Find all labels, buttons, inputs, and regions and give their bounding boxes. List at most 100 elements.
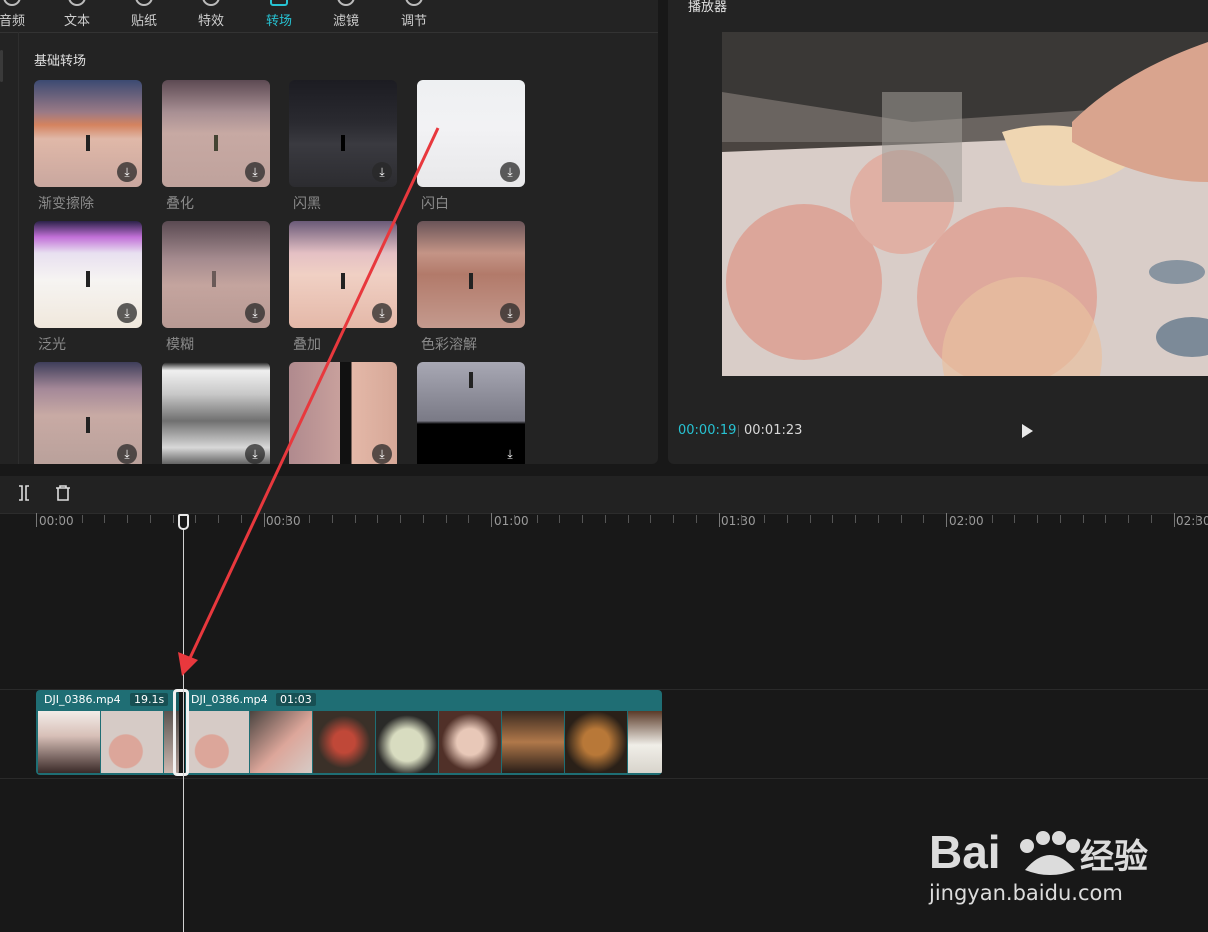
figure-silhouette (86, 417, 90, 433)
ruler-tick (537, 515, 538, 523)
download-icon[interactable]: ⤓ (245, 303, 265, 323)
ruler-tick (241, 515, 242, 523)
ruler-tick (1083, 515, 1084, 523)
clip-header: DJI_0386.mp4 19.1s (36, 690, 179, 710)
transition-flash-black[interactable]: ⤓ (289, 80, 397, 187)
clip-frame (628, 711, 662, 773)
download-icon[interactable]: ⤓ (500, 444, 520, 464)
side-rail-handle[interactable] (0, 50, 3, 82)
tab-text[interactable]: 文本 (47, 0, 107, 32)
ruler-tick (582, 515, 583, 523)
clip-duration: 01:03 (276, 693, 316, 706)
ruler-tick (923, 515, 924, 523)
video-clip-2[interactable]: DJI_0386.mp4 01:03 (185, 690, 662, 775)
ruler-tick (514, 515, 515, 523)
download-icon[interactable]: ⤓ (500, 162, 520, 182)
effects-panel: 音频 文本 贴纸 特效 转场 滤镜 调节 基础转场 ⤓ 渐变擦除 ⤓ 叠化 ⤓ … (0, 0, 658, 464)
transition-item[interactable]: ⤓ (289, 362, 397, 464)
tab-adjust[interactable]: 调节 (384, 0, 444, 32)
ruler-tick (741, 515, 742, 523)
baidu-logo: Bai 经验 jingyan.baidu.com (928, 826, 1148, 905)
tab-sticker[interactable]: 贴纸 (114, 0, 174, 32)
transition-gradient-wipe[interactable]: ⤓ (34, 80, 142, 187)
figure-silhouette (341, 135, 345, 151)
clip-frame (101, 711, 163, 773)
video-clip-1[interactable]: DJI_0386.mp4 19.1s (36, 690, 179, 775)
tab-audio[interactable]: 音频 (0, 0, 42, 32)
transition-label: 闪白 (421, 196, 449, 212)
ruler-tick (82, 515, 83, 523)
figure-silhouette (469, 273, 473, 289)
download-icon[interactable]: ⤓ (372, 444, 392, 464)
tab-transition[interactable]: 转场 (249, 0, 309, 32)
category-tabs: 音频 文本 贴纸 特效 转场 滤镜 调节 (0, 0, 658, 33)
ruler-tick (1060, 515, 1061, 523)
transition-item[interactable]: ⤓ (162, 362, 270, 464)
ruler-label: 01:00 (494, 514, 529, 528)
video-preview[interactable] (722, 32, 1208, 376)
split-icon[interactable] (14, 484, 34, 504)
ruler-tick (764, 515, 765, 523)
figure-silhouette (86, 135, 90, 151)
adjust-icon (405, 0, 423, 6)
ruler-tick (946, 513, 947, 527)
ruler-tick (355, 515, 356, 523)
transition-label: 模糊 (166, 337, 194, 353)
delete-icon[interactable] (53, 484, 73, 504)
clip-header: DJI_0386.mp4 01:03 (185, 690, 662, 710)
effects-icon (202, 0, 220, 6)
download-icon[interactable]: ⤓ (372, 162, 392, 182)
transition-dissolve[interactable]: ⤓ (162, 80, 270, 187)
ruler-tick (787, 515, 788, 523)
ruler-tick (1105, 515, 1106, 523)
clip-frame (439, 711, 501, 773)
play-icon[interactable] (1022, 424, 1033, 438)
text-icon (68, 0, 86, 6)
transition-label: 闪黑 (293, 196, 321, 212)
ruler-tick (264, 513, 265, 527)
ruler-tick (1174, 513, 1175, 527)
ruler-tick (218, 515, 219, 523)
transition-item[interactable]: ⤓ (34, 362, 142, 464)
transition-overlay[interactable]: ⤓ (289, 221, 397, 328)
transition-slot[interactable] (173, 689, 189, 776)
ruler-tick (423, 515, 424, 523)
ruler-label: 02:30 (1176, 514, 1208, 528)
ruler-tick (673, 515, 674, 523)
download-icon[interactable]: ⤓ (500, 303, 520, 323)
ruler-tick (468, 515, 469, 523)
player-title: 播放器 (688, 0, 728, 15)
tab-effects[interactable]: 特效 (181, 0, 241, 32)
ruler-tick (878, 515, 879, 523)
download-icon[interactable]: ⤓ (117, 303, 137, 323)
split-glyph (19, 485, 29, 501)
download-icon[interactable]: ⤓ (245, 162, 265, 182)
clip-name: DJI_0386.mp4 (44, 693, 121, 706)
download-icon[interactable]: ⤓ (372, 303, 392, 323)
ruler-tick (36, 513, 37, 527)
transition-color-dissolve[interactable]: ⤓ (417, 221, 525, 328)
current-time: 00:00:19 (678, 423, 737, 438)
time-separator (738, 425, 739, 437)
ruler-tick (286, 515, 287, 523)
download-icon[interactable]: ⤓ (245, 444, 265, 464)
ruler-tick (1128, 515, 1129, 523)
playhead-handle[interactable] (178, 514, 189, 530)
transition-item[interactable]: ⤓ (417, 362, 525, 464)
ruler-label: 00:00 (39, 514, 74, 528)
transition-flash-white[interactable]: ⤓ (417, 80, 525, 187)
ruler-tick (400, 515, 401, 523)
sticker-icon (135, 0, 153, 6)
ruler-tick (377, 515, 378, 523)
ruler-tick (104, 515, 105, 523)
transition-glow[interactable]: ⤓ (34, 221, 142, 328)
ruler-tick (491, 513, 492, 527)
figure-silhouette (212, 271, 216, 287)
download-icon[interactable]: ⤓ (117, 444, 137, 464)
download-icon[interactable]: ⤓ (117, 162, 137, 182)
clip-frame (250, 711, 312, 773)
ruler-tick (332, 515, 333, 523)
transition-blur[interactable]: ⤓ (162, 221, 270, 328)
ruler-tick (832, 515, 833, 523)
tab-filter[interactable]: 滤镜 (316, 0, 376, 32)
